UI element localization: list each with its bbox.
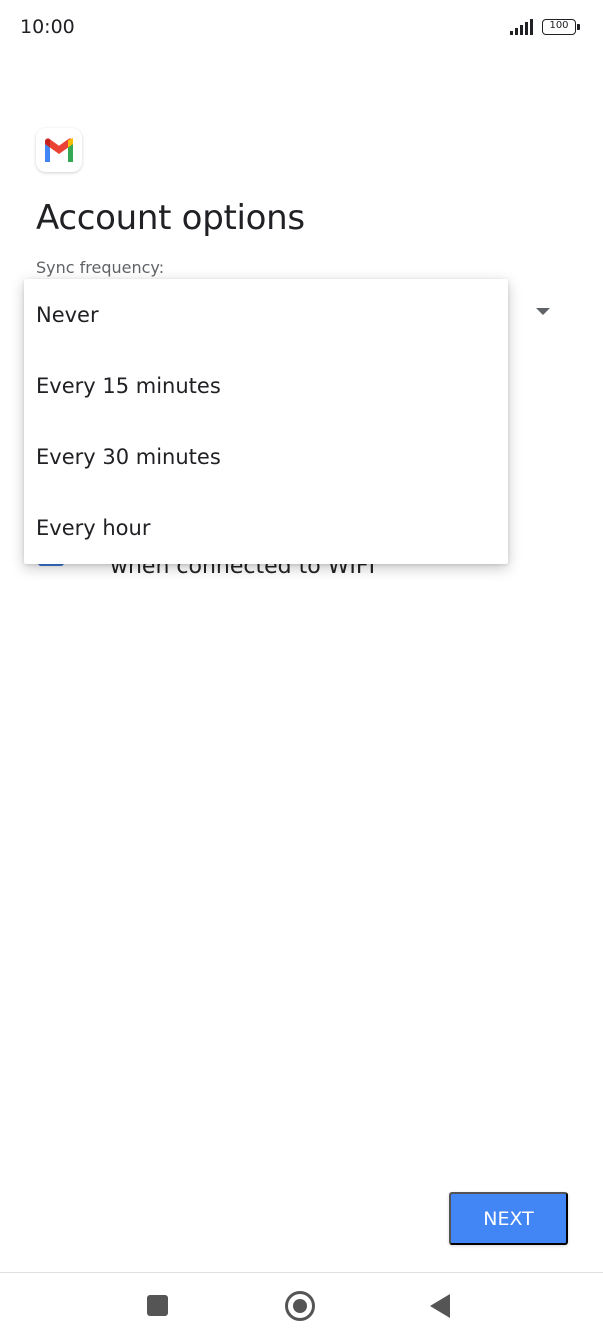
page-title: Account options (36, 198, 305, 238)
home-icon[interactable] (285, 1291, 315, 1321)
sync-frequency-dropdown-menu: Never Every 15 minutes Every 30 minutes … (24, 279, 508, 564)
back-icon[interactable] (430, 1294, 450, 1318)
navigation-bar (0, 1273, 603, 1342)
option-every-15-minutes[interactable]: Every 15 minutes (24, 350, 508, 421)
option-every-hour[interactable]: Every hour (24, 492, 508, 563)
dropdown-arrow-icon[interactable] (536, 308, 550, 315)
battery-level: 100 (549, 20, 569, 31)
next-button[interactable]: NEXT (449, 1192, 568, 1245)
recent-apps-icon[interactable] (147, 1295, 168, 1316)
signal-icon (510, 19, 533, 35)
status-bar: 10:00 100 (0, 0, 603, 56)
option-every-30-minutes[interactable]: Every 30 minutes (24, 421, 508, 492)
sync-frequency-label: Sync frequency: (36, 258, 165, 277)
gmail-logo (36, 128, 82, 172)
option-never[interactable]: Never (24, 279, 508, 350)
status-time: 10:00 (20, 16, 75, 38)
battery-icon: 100 (542, 19, 580, 35)
